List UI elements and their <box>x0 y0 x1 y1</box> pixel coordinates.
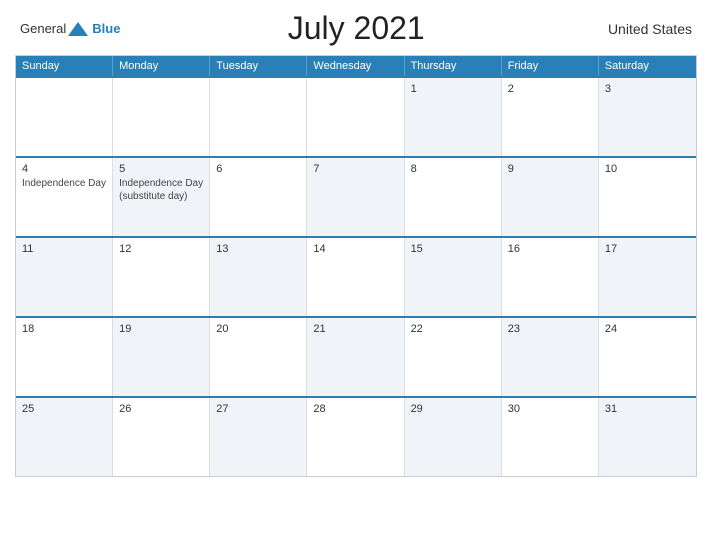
weeks-container: 1234Independence Day5Independence Day (s… <box>16 76 696 476</box>
day-number: 29 <box>411 403 495 415</box>
day-number: 3 <box>605 83 690 95</box>
day-number: 21 <box>313 323 397 335</box>
logo-triangle-icon <box>68 20 88 38</box>
day-number: 22 <box>411 323 495 335</box>
day-cell-6: 6 <box>210 158 307 236</box>
day-cell-29: 29 <box>405 398 502 476</box>
day-number: 11 <box>22 243 106 255</box>
calendar-grid: SundayMondayTuesdayWednesdayThursdayFrid… <box>15 55 697 477</box>
day-number: 23 <box>508 323 592 335</box>
day-cell-3: 3 <box>599 78 696 156</box>
week-row-2: 4 Independence Day 5 Independence Day (subs… <box>16 156 696 236</box>
empty-cell <box>307 78 404 156</box>
day-cell-30: 30 <box>502 398 599 476</box>
day-cell-8: 8 <box>405 158 502 236</box>
day-number: 7 <box>313 163 397 175</box>
day-headers-row: SundayMondayTuesdayWednesdayThursdayFrid… <box>16 56 696 76</box>
day-cell-10: 10 <box>599 158 696 236</box>
day-number: 17 <box>605 243 690 255</box>
day-number: 26 <box>119 403 203 415</box>
day-number: 12 <box>119 243 203 255</box>
day-cell-16: 16 <box>502 238 599 316</box>
day-cell-23: 23 <box>502 318 599 396</box>
day-number: 20 <box>216 323 300 335</box>
day-number: 8 <box>411 163 495 175</box>
day-header-saturday: Saturday <box>599 56 696 76</box>
day-number: 9 <box>508 163 592 175</box>
week-row-5: 25 26 27 28 29 30 31 <box>16 396 696 476</box>
day-cell-13: 13 <box>210 238 307 316</box>
day-cell-4: 4 Independence Day <box>16 158 113 236</box>
day-cell-26: 26 <box>113 398 210 476</box>
day-number: 30 <box>508 403 592 415</box>
week-row-1: 1 2 3 <box>16 76 696 156</box>
day-cell-14: 14 <box>307 238 404 316</box>
day-number: 28 <box>313 403 397 415</box>
day-number: 10 <box>605 163 690 175</box>
day-cell-31: 31 <box>599 398 696 476</box>
logo: General Blue <box>20 20 120 38</box>
day-number: 15 <box>411 243 495 255</box>
day-cell-11: 11 <box>16 238 113 316</box>
day-number: 24 <box>605 323 690 335</box>
day-cell-18: 18 <box>16 318 113 396</box>
day-number: 31 <box>605 403 690 415</box>
day-number: 4 <box>22 163 106 175</box>
day-header-friday: Friday <box>502 56 599 76</box>
day-number: 5 <box>119 163 203 175</box>
day-number: 27 <box>216 403 300 415</box>
day-cell-24: 24 <box>599 318 696 396</box>
day-event: Independence Day (substitute day) <box>119 177 203 203</box>
day-number: 2 <box>508 83 592 95</box>
day-cell-12: 12 <box>113 238 210 316</box>
day-cell-21: 21 <box>307 318 404 396</box>
logo-blue-text: Blue <box>92 21 120 36</box>
week-row-3: 11 12 13 14 15 16 17 <box>16 236 696 316</box>
empty-cell <box>113 78 210 156</box>
day-number: 25 <box>22 403 106 415</box>
day-cell-28: 28 <box>307 398 404 476</box>
logo-general-text: General <box>20 21 66 36</box>
day-event: Independence Day <box>22 177 106 190</box>
empty-cell <box>16 78 113 156</box>
day-number: 14 <box>313 243 397 255</box>
day-header-thursday: Thursday <box>405 56 502 76</box>
month-title: July 2021 <box>120 10 592 47</box>
day-cell-2: 2 <box>502 78 599 156</box>
day-number: 18 <box>22 323 106 335</box>
day-number: 16 <box>508 243 592 255</box>
day-number: 6 <box>216 163 300 175</box>
day-number: 1 <box>411 83 495 95</box>
day-cell-27: 27 <box>210 398 307 476</box>
day-cell-5: 5 Independence Day (substitute day) <box>113 158 210 236</box>
day-number: 13 <box>216 243 300 255</box>
week-row-4: 18 19 20 21 22 23 24 <box>16 316 696 396</box>
day-cell-17: 17 <box>599 238 696 316</box>
calendar-container: General Blue July 2021 United States Sun… <box>0 0 712 550</box>
day-header-wednesday: Wednesday <box>307 56 404 76</box>
day-cell-25: 25 <box>16 398 113 476</box>
day-header-tuesday: Tuesday <box>210 56 307 76</box>
day-number: 19 <box>119 323 203 335</box>
day-cell-15: 15 <box>405 238 502 316</box>
country-label: United States <box>592 21 692 37</box>
day-header-sunday: Sunday <box>16 56 113 76</box>
day-cell-22: 22 <box>405 318 502 396</box>
calendar-header: General Blue July 2021 United States <box>15 10 697 47</box>
day-cell-7: 7 <box>307 158 404 236</box>
day-cell-1: 1 <box>405 78 502 156</box>
day-cell-19: 19 <box>113 318 210 396</box>
day-header-monday: Monday <box>113 56 210 76</box>
day-cell-20: 20 <box>210 318 307 396</box>
day-cell-9: 9 <box>502 158 599 236</box>
empty-cell <box>210 78 307 156</box>
